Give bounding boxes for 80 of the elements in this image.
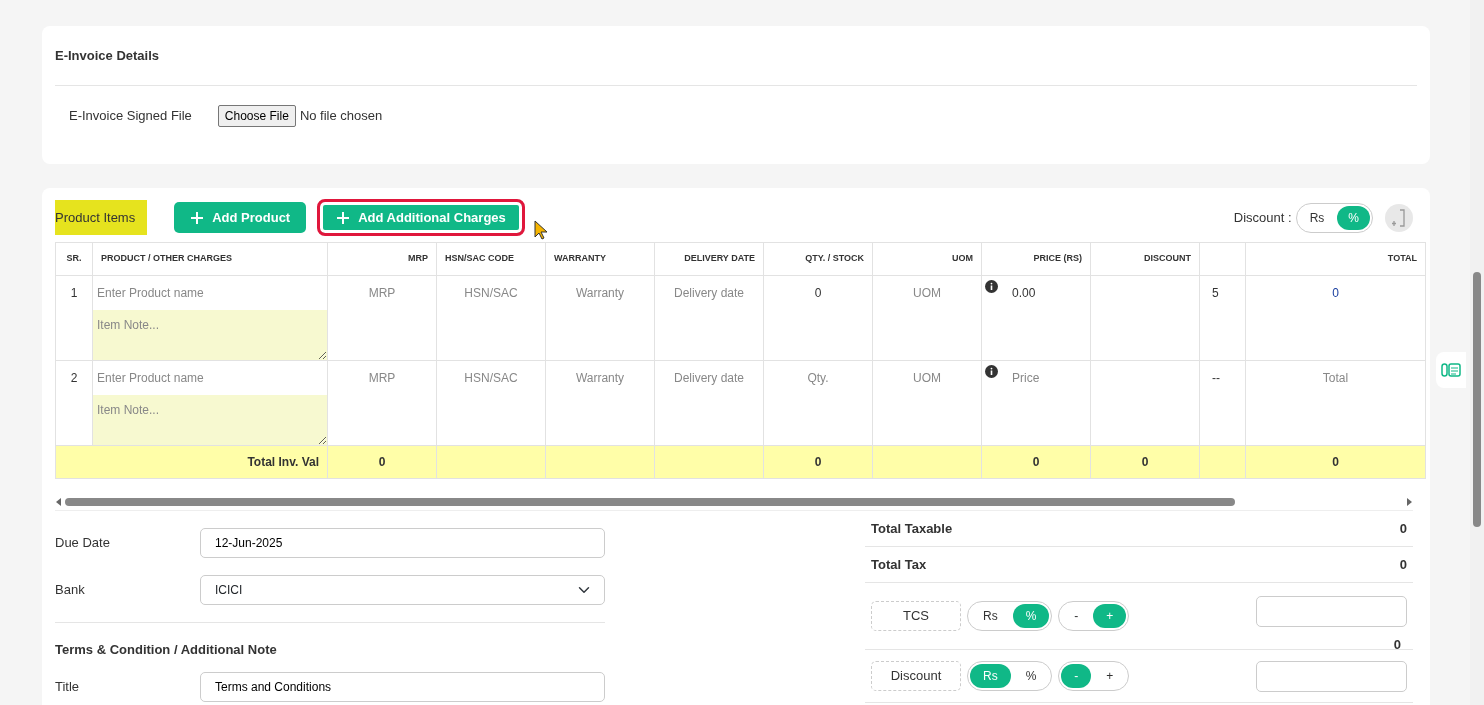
column-header: TOTAL: [1387, 253, 1417, 264]
item-note-field[interactable]: Item Note...: [93, 310, 327, 360]
plus-icon: [336, 210, 351, 225]
left-arrow-icon[interactable]: [55, 497, 61, 507]
delivery-date-field[interactable]: Delivery date: [655, 361, 763, 445]
product-name-field[interactable]: Enter Product name: [93, 361, 327, 395]
price-field[interactable]: 0.00: [982, 276, 1090, 360]
unit-toggle[interactable]: Rs %: [967, 661, 1053, 691]
unit-toggle[interactable]: Rs %: [967, 601, 1053, 631]
sign-toggle[interactable]: - +: [1058, 601, 1130, 631]
info-icon[interactable]: [985, 280, 998, 293]
section-title: E-Invoice Details: [55, 46, 160, 65]
total-value: 0: [378, 455, 386, 469]
table-cell-text: 5: [1211, 285, 1220, 302]
total-value: 0: [1332, 455, 1339, 469]
right-arrow-icon[interactable]: [1407, 497, 1413, 507]
total-value: 0: [1032, 455, 1040, 469]
summary-label: Total Tax: [871, 555, 927, 574]
quantity-field[interactable]: Qty.: [764, 361, 872, 445]
column-header: DISCOUNT: [1144, 253, 1191, 264]
adjustment-label: TCS: [871, 601, 961, 631]
add-column-icon[interactable]: [1385, 203, 1413, 232]
uom-field[interactable]: UOM: [873, 276, 981, 360]
field-label: Bank: [55, 581, 86, 600]
column-header: HSN/SAC CODE: [445, 253, 514, 264]
amount-field[interactable]: [1256, 660, 1407, 692]
item-note-field[interactable]: Item Note...: [93, 395, 327, 445]
sign-toggle[interactable]: - +: [1058, 661, 1130, 691]
total-cell[interactable]: Total: [1246, 361, 1425, 445]
discount-label: Discount :: [1233, 208, 1292, 227]
title-field[interactable]: Terms and Conditions: [200, 671, 605, 702]
mrp-field[interactable]: MRP: [328, 276, 436, 360]
discount-toggle[interactable]: Rs %: [1295, 202, 1373, 233]
quantity-field[interactable]: 0: [764, 276, 872, 360]
field-label: Due Date: [55, 534, 111, 553]
amount-value: 0: [1393, 635, 1402, 654]
warranty-field[interactable]: Warranty: [546, 276, 654, 360]
column-header: DELIVERY DATE: [684, 253, 755, 264]
info-icon[interactable]: [985, 365, 998, 378]
column-header: QTY. / STOCK: [805, 253, 864, 264]
discount-field[interactable]: [1091, 361, 1199, 445]
summary-label: Total Taxable: [871, 519, 953, 538]
adjustment-label: Discount: [871, 661, 961, 691]
column-header: UOM: [952, 253, 973, 264]
column-header: MRP: [408, 253, 428, 264]
field-label: Title: [55, 677, 81, 696]
column-header: PRODUCT / OTHER CHARGES: [101, 253, 232, 264]
amount-field[interactable]: [1256, 595, 1407, 627]
hsn-field[interactable]: HSN/SAC: [437, 361, 545, 445]
field-label: E-Invoice Signed File: [69, 107, 192, 126]
hsn-field[interactable]: HSN/SAC: [437, 276, 545, 360]
section-title: Product Items: [55, 199, 148, 236]
cursor-icon: [534, 219, 548, 240]
mrp-field[interactable]: MRP: [328, 361, 436, 445]
summary-value: 0: [1399, 555, 1407, 574]
total-label: Total Inv. Val: [247, 455, 319, 469]
product-name-field[interactable]: Enter Product name: [93, 276, 327, 310]
warranty-field[interactable]: Warranty: [546, 361, 654, 445]
column-header: PRICE (RS): [1033, 253, 1082, 264]
total-value: 0: [1141, 455, 1149, 469]
total-value: 0: [814, 455, 822, 469]
choose-file-button[interactable]: Choose File: [217, 105, 296, 127]
uom-field[interactable]: UOM: [873, 361, 981, 445]
page-scrollbar[interactable]: [1470, 0, 1484, 705]
date-field[interactable]: 12-Jun-2025: [200, 528, 605, 558]
column-header: SR.: [66, 253, 82, 264]
total-cell-text: 0: [1331, 285, 1340, 302]
row-number: 2: [69, 370, 79, 387]
bank-select[interactable]: ICICI: [200, 575, 605, 605]
table-cell-text: --: [1211, 370, 1221, 387]
delivery-date-field[interactable]: Delivery date: [655, 276, 763, 360]
section-title: Terms & Condition / Additional Note: [55, 642, 277, 657]
notes-icon[interactable]: [1436, 352, 1466, 388]
column-header: WARRANTY: [554, 253, 606, 264]
row-number: 1: [69, 285, 79, 302]
file-status: No file chosen: [299, 107, 383, 126]
summary-value: 0: [1399, 519, 1407, 538]
price-field[interactable]: Price: [982, 361, 1090, 445]
plus-icon: [190, 210, 205, 225]
discount-field[interactable]: [1091, 276, 1199, 360]
